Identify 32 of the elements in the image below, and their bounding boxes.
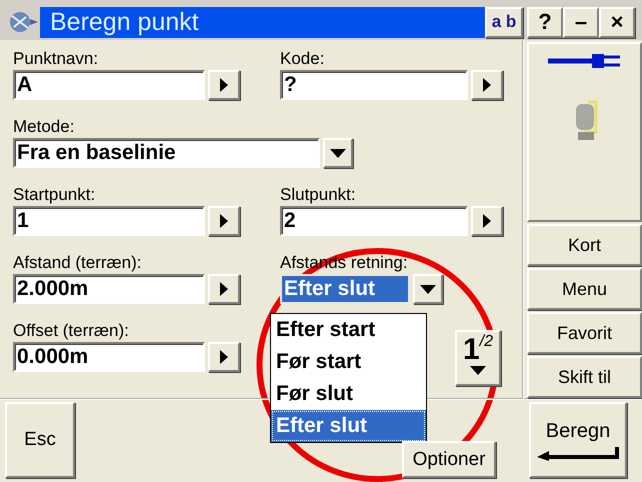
field-label: Kode: [280, 48, 326, 70]
dropdown-field[interactable]: Fra en baselinie [13, 138, 320, 168]
text-field[interactable]: A [13, 70, 205, 100]
escape-button[interactable]: Esc [5, 402, 75, 478]
input-mode-indicator[interactable]: a b [485, 6, 523, 38]
side-button[interactable]: Skift til [527, 356, 642, 398]
field-label: Offset (terræn): [13, 320, 130, 342]
text-field[interactable]: 2 [280, 206, 468, 236]
field-label: Afstand (terræn): [13, 252, 142, 274]
field-label: Punktnavn: [13, 48, 100, 70]
window-title: Beregn punkt [40, 6, 485, 38]
text-field[interactable]: 1 [13, 206, 205, 236]
text-field[interactable]: ? [280, 70, 468, 100]
text-field[interactable]: 0.000m [13, 342, 205, 372]
side-button[interactable]: Kort [527, 224, 642, 266]
field-label: Metode: [13, 116, 76, 138]
side-button[interactable]: Menu [527, 268, 642, 310]
field-label: Startpunkt: [13, 184, 96, 206]
text-field[interactable]: 2.000m [13, 274, 205, 304]
close-button[interactable]: × [599, 6, 635, 38]
page-switch-button[interactable]: 1$^{/2}$ [455, 330, 501, 386]
dropdown-option[interactable]: Før start [271, 346, 426, 378]
help-button[interactable]: ? [527, 6, 563, 38]
dropdown-option[interactable]: Efter slut [271, 410, 426, 442]
options-button[interactable]: Optioner [402, 441, 496, 478]
dropdown-option[interactable]: Før slut [271, 378, 426, 410]
dropdown-field[interactable]: Efter slut [280, 274, 410, 304]
calculate-button[interactable]: Beregn [529, 402, 627, 478]
minimize-button[interactable]: – [563, 6, 599, 38]
side-button[interactable]: Favorit [527, 312, 642, 354]
field-label: Slutpunkt: [280, 184, 357, 206]
dropdown-option[interactable]: Efter start [271, 314, 426, 346]
